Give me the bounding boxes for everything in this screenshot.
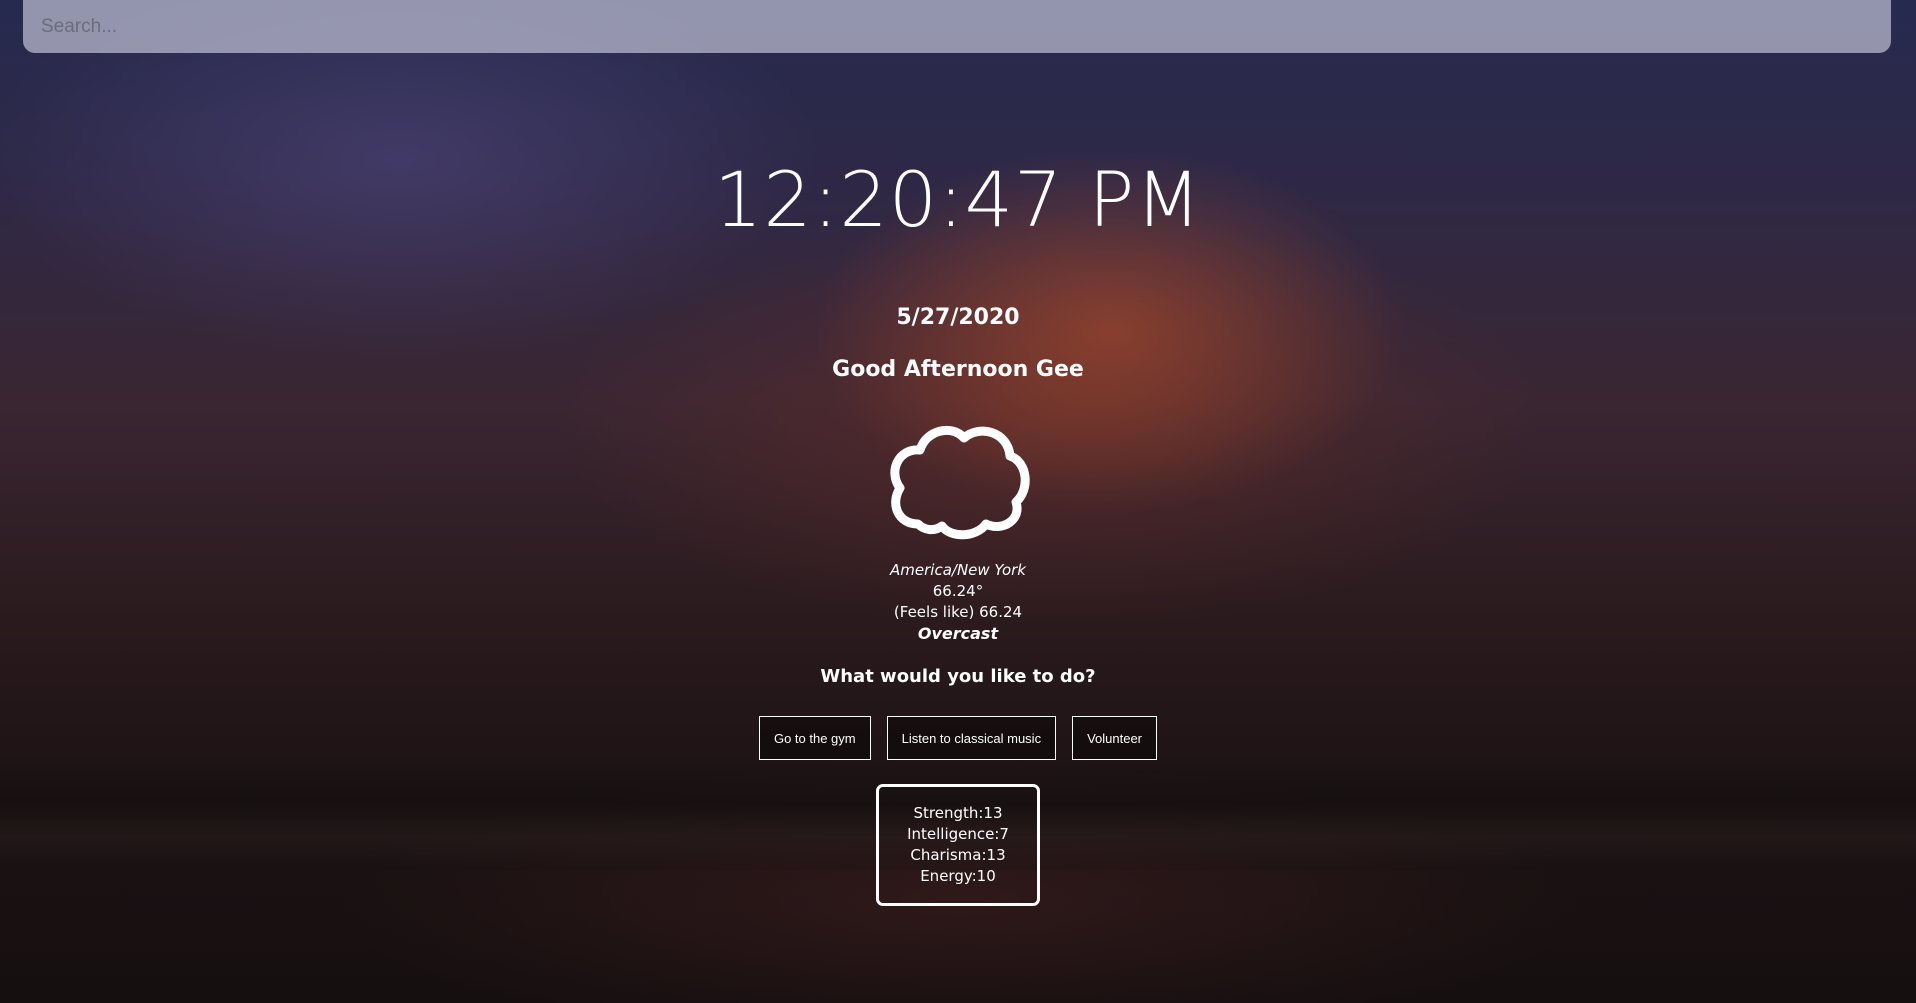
date-display: 5/27/2020 bbox=[896, 305, 1020, 330]
greeting: Good Afternoon Gee bbox=[832, 357, 1084, 382]
clock: 12:20:47 PM bbox=[714, 155, 1202, 244]
stat-intelligence: Intelligence:7 bbox=[907, 825, 1009, 843]
weather-location: America/New York bbox=[890, 561, 1026, 579]
stat-charisma: Charisma:13 bbox=[910, 846, 1006, 864]
stat-energy: Energy:10 bbox=[920, 867, 996, 885]
activity-buttons: Go to the gym Listen to classical music … bbox=[0, 716, 1916, 760]
weather-temperature: 66.24° bbox=[932, 582, 984, 600]
weather-description: Overcast bbox=[917, 624, 999, 643]
search-input[interactable] bbox=[39, 14, 1875, 39]
volunteer-button[interactable]: Volunteer bbox=[1072, 716, 1158, 760]
activity-prompt: What would you like to do? bbox=[820, 666, 1096, 687]
cloud-icon bbox=[890, 425, 1030, 540]
stats-panel: Strength:13 Intelligence:7 Charisma:13 E… bbox=[876, 784, 1040, 906]
stat-strength: Strength:13 bbox=[913, 804, 1003, 822]
gym-button[interactable]: Go to the gym bbox=[758, 716, 871, 760]
weather-feels-like: (Feels like) 66.24 bbox=[893, 603, 1023, 621]
classical-music-button[interactable]: Listen to classical music bbox=[886, 716, 1057, 760]
search-bar[interactable] bbox=[23, 0, 1891, 53]
weather-info: America/New York 66.24° (Feels like) 66.… bbox=[0, 560, 1916, 644]
